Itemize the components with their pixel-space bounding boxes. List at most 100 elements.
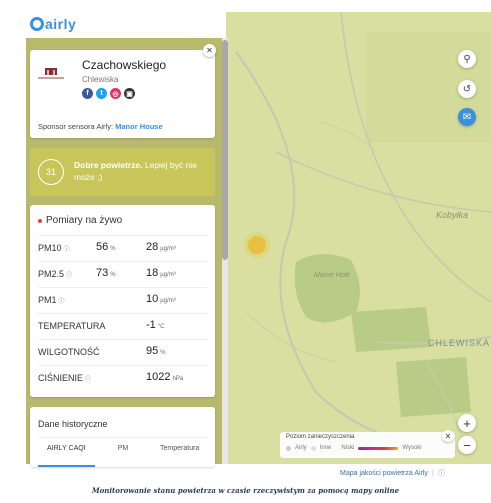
legend-close-button[interactable]: ✕ [442,430,454,442]
history-card: Dane historyczne AIRLY CAQI PM Temperatura [30,407,215,467]
info-icon[interactable]: ⓘ [438,468,445,478]
twitter-icon[interactable]: t [96,88,107,99]
measurement-row: WILGOTNOŚĆ 95% [38,339,208,363]
map-label-chlewiska: CHLEWISKA [428,338,491,348]
air-quality-map[interactable]: Kobyłka Marne Hole CHLEWISKA [226,12,491,464]
measurement-name: PM10 [38,243,62,253]
measurement-value: -1 °C [146,319,165,331]
caqi-badge: 31 [38,159,64,185]
facebook-icon[interactable]: f [82,88,93,99]
value-unit: °C [157,324,165,330]
value-number: 18 [146,267,159,279]
legend-low: Niski [341,445,355,451]
measurement-label: PM1 ⓘ [38,295,65,305]
measurement-row: PM10 ⓘ 56% 28 µg/m³ [38,235,208,259]
measurement-value: 18 µg/m³ [146,267,176,279]
legend-row: Airly Inne Niski Wysoki [286,445,422,451]
map-attribution: Mapa jakości powietrza Airly | ⓘ [340,466,491,480]
percent-unit: % [110,272,116,278]
sensor-card: Czachowskiego Chlewiska f t ◎ ▣ Sponsor sen… [30,50,215,138]
search-button[interactable]: ⚲ [458,50,476,68]
value-unit: hPa [172,376,184,382]
message-button[interactable]: ✉ [458,108,476,126]
measurement-percent [96,319,98,331]
measurement-row: PM1 ⓘ 10 µg/m³ [38,287,208,311]
history-title: Dane historyczne [38,419,108,429]
figure-caption: Monitorowanie stanu powietrza w czasie r… [91,486,400,495]
history-tab[interactable]: Temperatura [151,438,208,467]
measurement-value: 1022 hPa [146,371,183,383]
measurement-percent: 73% [96,267,116,279]
history-icon: ↺ [462,83,472,95]
measurement-value: 95% [146,345,166,357]
legend-airly: Airly [295,445,307,451]
social-links: f t ◎ ▣ [82,88,135,99]
percent-unit: % [110,246,116,252]
close-panel-button[interactable]: ✕ [203,44,216,57]
sensor-marker [248,236,266,254]
close-icon: ✕ [444,431,452,441]
measurement-name: WILGOTNOŚĆ [38,347,100,357]
measurement-percent [96,345,98,357]
measurement-label: PM10 ⓘ [38,243,70,253]
info-icon[interactable]: ⓘ [64,244,70,253]
app-root: Kobyłka Marne Hole CHLEWISKA ⚲ ↺ ✉ + − P… [0,0,491,503]
airly-dot-icon [286,445,291,451]
panel-scrollbar-thumb[interactable] [222,40,228,260]
sponsor-line: Sponsor sensora Airly: Manor House [38,122,163,131]
info-icon[interactable]: ⓘ [59,296,65,305]
history-tab[interactable]: AIRLY CAQI [38,438,95,467]
value-number: 95 [146,345,159,357]
measurement-percent: 56% [96,241,116,253]
live-measurements-card: Pomiary na żywo PM10 ⓘ 56% 28 µg/m³ PM2.5 ⓘ 73%… [30,205,215,397]
measurement-label: WILGOTNOŚĆ [38,347,102,357]
airly-logo[interactable]: airly [30,14,76,34]
zoom-in-button[interactable]: + [458,414,476,432]
attribution-separator: | [431,469,434,477]
measurement-name: PM1 [38,295,57,305]
search-icon: ⚲ [463,53,471,65]
measurement-percent [96,293,98,305]
measurement-label: CIŚNIENIE ⓘ [38,373,91,383]
measurement-name: CIŚNIENIE [38,373,84,383]
measurement-row: TEMPERATURA -1 °C [38,313,208,337]
air-quality-card: 31 Dobre powietrze. Lepiej być nie może … [30,148,215,196]
quality-headline: Dobre powietrze. [74,160,143,170]
value-number: -1 [146,319,156,331]
chat-icon: ✉ [462,111,472,123]
value-unit: µg/m³ [160,246,176,252]
web-icon[interactable]: ▣ [124,88,135,99]
measurement-percent [96,371,98,383]
info-icon[interactable]: ⓘ [85,374,91,383]
map-canvas [235,12,491,453]
manor-house-logo [38,68,64,79]
live-title-wrap: Pomiary na żywo [38,215,122,226]
measurement-row: PM2.5 ⓘ 73% 18 µg/m³ [38,261,208,285]
value-number: 10 [146,293,159,305]
measurement-row: CIŚNIENIE ⓘ 1022 hPa [38,365,208,389]
value-number: 1022 [146,371,171,383]
instagram-icon[interactable]: ◎ [110,88,121,99]
measurement-value: 28 µg/m³ [146,241,176,253]
zoom-out-button[interactable]: − [458,436,476,454]
history-tabs: AIRLY CAQI PM Temperatura [38,437,208,467]
quality-description: Dobre powietrze. Lepiej być nie może ;) [74,159,209,183]
pollution-legend: Poziom zanieczyszczenia Airly Inne Niski… [280,432,455,458]
value-unit: µg/m³ [160,298,176,304]
legend-title: Poziom zanieczyszczenia [286,434,355,440]
history-tab[interactable]: PM [95,438,152,467]
live-title: Pomiary na żywo [46,215,123,226]
percent-value: 56 [96,241,109,253]
legend-gradient [358,446,399,450]
sensor-name: Czachowskiego [82,58,167,72]
other-dot-icon [310,445,316,451]
airly-logo-icon [30,17,44,31]
measurement-value: 10 µg/m³ [146,293,176,305]
sponsor-prefix: Sponsor sensora Airly: [38,122,114,131]
sensor-city: Chlewiska [82,75,119,84]
live-dot-icon [38,218,42,223]
info-icon[interactable]: ⓘ [66,270,72,279]
sponsor-link[interactable]: Manor House [115,122,163,131]
attribution-link[interactable]: Mapa jakości powietrza Airly [340,470,428,477]
history-button[interactable]: ↺ [458,80,476,98]
